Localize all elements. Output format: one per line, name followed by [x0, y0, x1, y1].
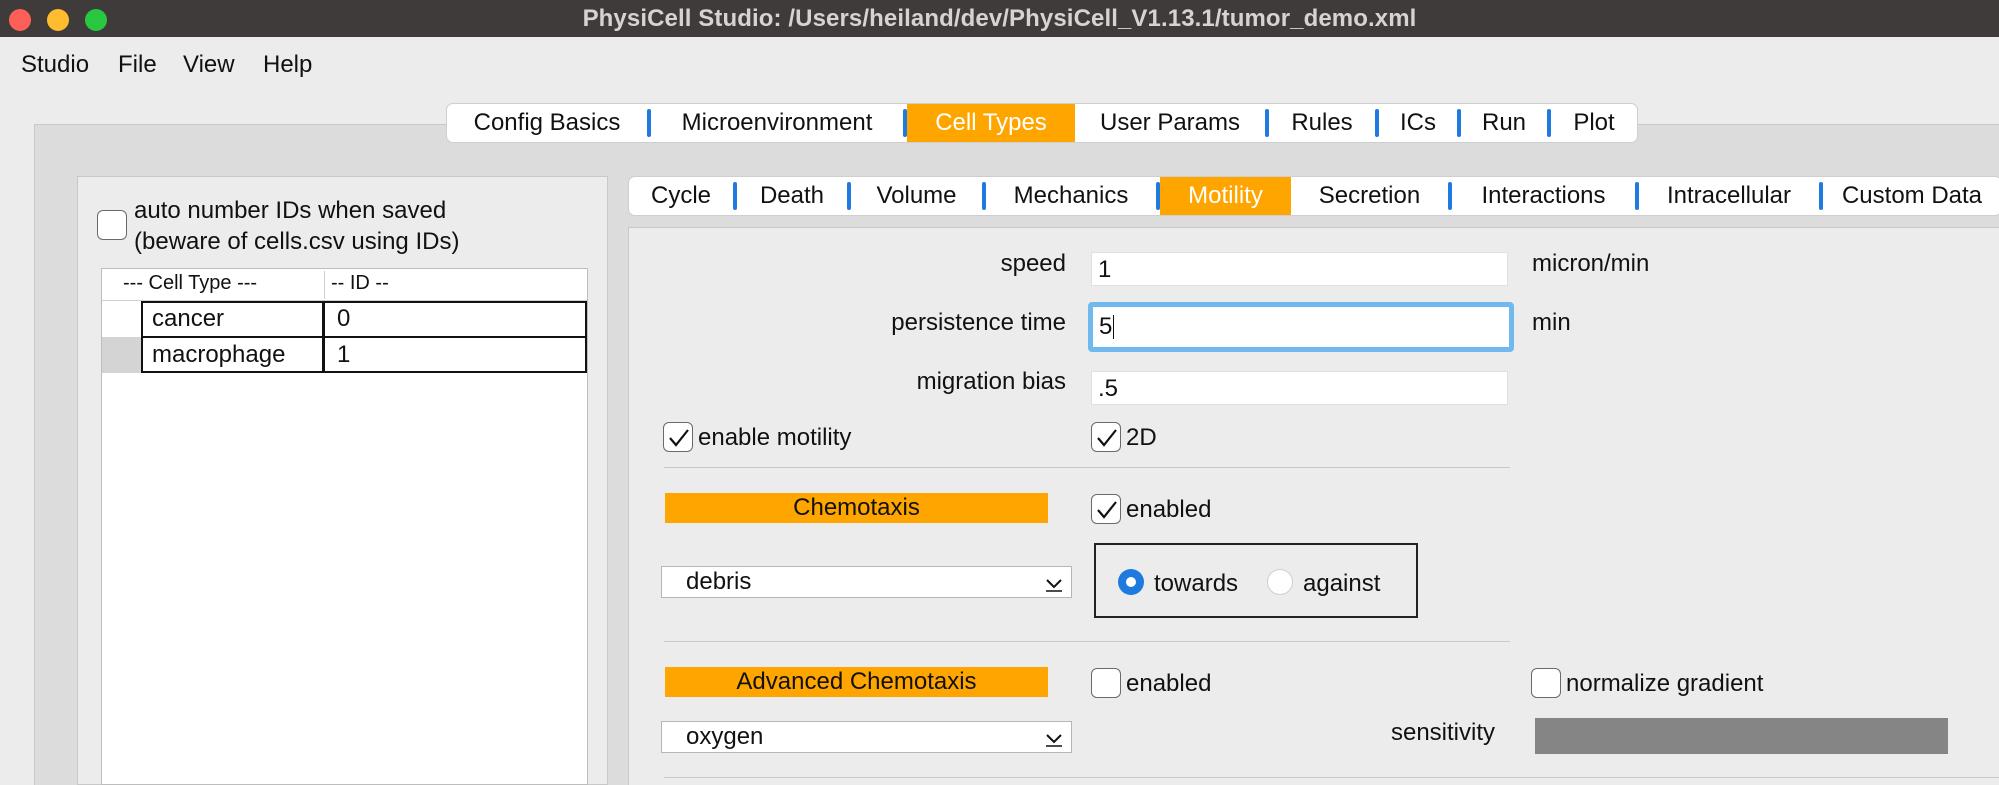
row-selector[interactable] [102, 337, 141, 373]
speed-label: speed [1000, 250, 1066, 277]
chemotaxis-enabled-checkbox[interactable] [1091, 494, 1121, 524]
chevron-down-icon [1046, 734, 1062, 747]
auto-number-label-line1: auto number IDs when saved [134, 197, 447, 224]
menu-help[interactable]: Help [263, 51, 312, 79]
speed-unit: micron/min [1532, 250, 1650, 277]
text-cursor [1113, 315, 1114, 339]
chemotaxis-enabled-label: enabled [1126, 496, 1212, 523]
table-header-id[interactable]: -- ID -- [331, 272, 389, 295]
menu-view[interactable]: View [183, 51, 235, 79]
chemotaxis-button[interactable]: Chemotaxis [665, 493, 1048, 523]
persistence-time-input[interactable]: 5 [1088, 302, 1514, 352]
advanced-enabled-checkbox[interactable] [1091, 668, 1121, 698]
tab-cycle[interactable]: Cycle [629, 177, 733, 215]
window-title: PhysiCell Studio: /Users/heiland/dev/Phy… [582, 5, 1417, 32]
cell-type-name[interactable]: macrophage [152, 341, 285, 369]
auto-number-checkbox[interactable] [97, 210, 127, 240]
tab-secretion[interactable]: Secretion [1291, 177, 1448, 215]
enable-motility-label: enable motility [698, 424, 852, 451]
menu-file[interactable]: File [118, 51, 157, 79]
tab-death[interactable]: Death [737, 177, 847, 215]
tab-mechanics[interactable]: Mechanics [986, 177, 1156, 215]
advanced-substrate-value: oxygen [686, 723, 764, 750]
tab-volume[interactable]: Volume [851, 177, 982, 215]
persistence-time-label: persistence time [891, 309, 1066, 336]
tab-microenvironment[interactable]: Microenvironment [651, 104, 903, 142]
sensitivity-label: sensitivity [1390, 719, 1495, 746]
divider [664, 467, 1510, 468]
check-icon [1097, 501, 1117, 519]
cell-type-name[interactable]: cancer [152, 305, 224, 333]
towards-radio[interactable] [1118, 569, 1144, 595]
tab-plot[interactable]: Plot [1551, 104, 1637, 142]
tab-custom-data[interactable]: Custom Data [1823, 177, 1999, 215]
tab-run[interactable]: Run [1461, 104, 1547, 142]
check-icon [1097, 429, 1117, 447]
tab-rules[interactable]: Rules [1269, 104, 1375, 142]
cell-type-id[interactable]: 1 [337, 341, 350, 369]
cell-type-id[interactable]: 0 [337, 305, 350, 333]
chevron-down-icon [1046, 579, 1062, 592]
sub-tab-bar: Cycle Death Volume Mechanics Motility Se… [628, 176, 1999, 216]
migration-bias-input[interactable]: .5 [1091, 371, 1508, 405]
tab-interactions[interactable]: Interactions [1452, 177, 1635, 215]
divider [664, 777, 1999, 778]
tab-cell-types[interactable]: Cell Types [907, 104, 1075, 142]
table-header-cell-type[interactable]: --- Cell Type --- [123, 272, 257, 295]
two-d-checkbox[interactable] [1091, 422, 1121, 452]
towards-label: towards [1154, 570, 1239, 597]
header-divider [324, 271, 325, 299]
chemotaxis-substrate-select[interactable]: debris [661, 566, 1072, 598]
check-icon [669, 429, 689, 447]
two-d-label: 2D [1126, 424, 1157, 451]
sensitivity-table[interactable] [1535, 718, 1948, 754]
advanced-substrate-select[interactable]: oxygen [661, 721, 1072, 753]
tab-config-basics[interactable]: Config Basics [447, 104, 647, 142]
normalize-gradient-label: normalize gradient [1566, 670, 1764, 697]
tab-user-params[interactable]: User Params [1075, 104, 1265, 142]
migration-bias-label: migration bias [916, 368, 1066, 395]
menu-studio[interactable]: Studio [21, 51, 89, 79]
chemotaxis-substrate-value: debris [686, 568, 752, 595]
tab-motility[interactable]: Motility [1160, 177, 1291, 215]
against-label: against [1303, 570, 1381, 597]
enable-motility-checkbox[interactable] [663, 422, 693, 452]
tab-intracellular[interactable]: Intracellular [1639, 177, 1819, 215]
advanced-chemotaxis-button[interactable]: Advanced Chemotaxis [665, 667, 1048, 697]
tab-ics[interactable]: ICs [1379, 104, 1457, 142]
persistence-time-unit: min [1532, 309, 1571, 336]
speed-input[interactable]: 1 [1091, 252, 1508, 286]
persistence-time-value: 5 [1099, 313, 1113, 340]
advanced-enabled-label: enabled [1126, 670, 1212, 697]
top-tab-bar: Config Basics Microenvironment Cell Type… [446, 103, 1638, 143]
normalize-gradient-checkbox[interactable] [1531, 668, 1561, 698]
column-divider [322, 337, 325, 373]
against-radio[interactable] [1267, 569, 1293, 595]
divider [664, 641, 1510, 642]
auto-number-label-line2: (beware of cells.csv using IDs) [134, 228, 460, 255]
